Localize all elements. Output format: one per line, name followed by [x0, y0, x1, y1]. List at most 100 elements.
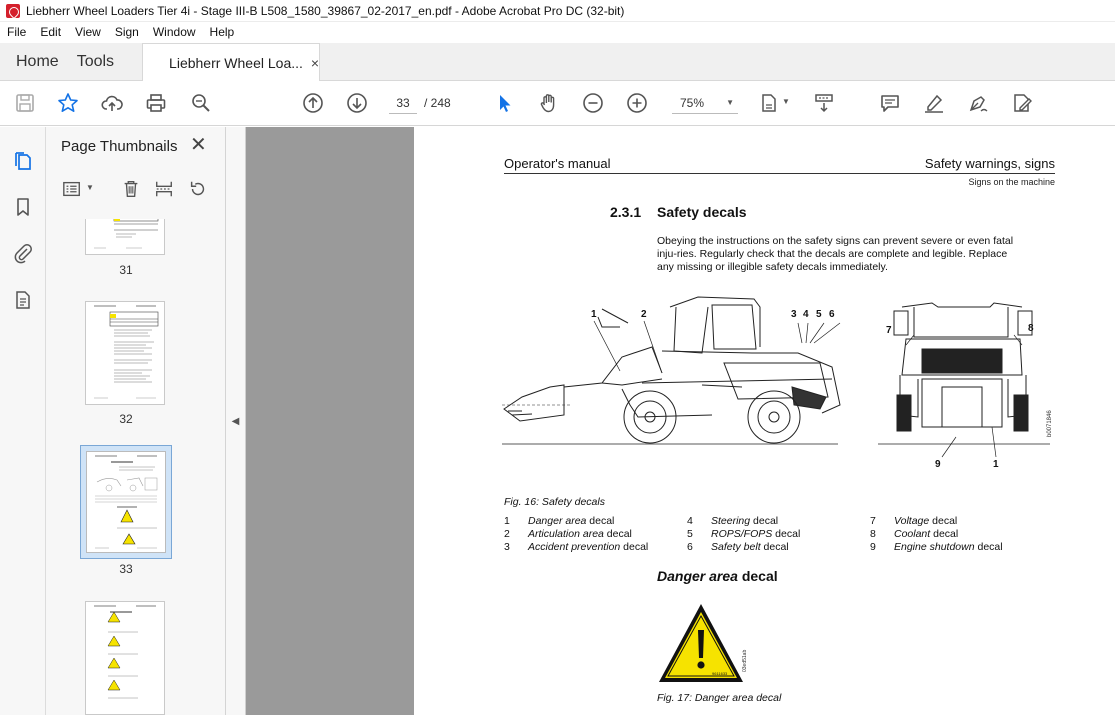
thumbnails-panel: Page Thumbnails ✕ ▼ 31 32 33 [46, 127, 266, 715]
hand-tool-icon[interactable] [537, 91, 561, 115]
sign-side-code: 03ed51ab [742, 650, 748, 672]
bookmarks-icon[interactable] [11, 195, 35, 219]
tab-document[interactable]: Liebherr Wheel Loa... × [142, 43, 321, 81]
callout-4: 4 [803, 309, 809, 320]
callout-3: 3 [791, 309, 797, 320]
menu-view[interactable]: View [68, 22, 108, 43]
acrobat-icon [6, 3, 20, 18]
zoom-in-icon[interactable] [625, 91, 649, 115]
comment-icon[interactable] [878, 91, 902, 115]
thumbnail-options-icon[interactable] [60, 177, 84, 201]
title-bar: Liebherr Wheel Loaders Tier 4i - Stage I… [0, 0, 1115, 22]
zoom-search-icon[interactable] [189, 91, 213, 115]
legend-item: 8 Coolant decal [870, 528, 959, 540]
next-page-icon[interactable] [345, 91, 369, 115]
zoom-value: 75% [680, 95, 705, 110]
zoom-out-icon[interactable] [581, 91, 605, 115]
thumbnail-page[interactable] [85, 219, 165, 255]
warning-triangle-icon: 9611633 03ed51ab [659, 604, 748, 682]
previous-page-icon[interactable] [301, 91, 325, 115]
doc-header-right: Safety warnings, signs [924, 156, 1055, 171]
legend-item: 2 Articulation area decal [504, 528, 632, 540]
callout-9: 9 [935, 459, 941, 470]
collapse-left-icon: ◀ [231, 415, 240, 427]
section-title: Safety decals [657, 204, 747, 220]
options-chevron-down-icon[interactable]: ▼ [86, 183, 94, 192]
menu-help[interactable]: Help [203, 22, 242, 43]
document-canvas[interactable]: Operator's manual Safety warnings, signs… [246, 127, 1115, 715]
thumbnail-page-selected[interactable] [80, 445, 172, 559]
callout-2: 2 [641, 309, 647, 320]
upload-cloud-icon[interactable] [100, 91, 124, 115]
page-number-input[interactable] [389, 92, 417, 114]
callout-5: 5 [816, 309, 822, 320]
pdf-page: Operator's manual Safety warnings, signs… [414, 127, 1115, 715]
attachments-icon[interactable] [11, 241, 35, 265]
select-cursor-icon[interactable] [493, 91, 517, 115]
legend-item: 1 Danger area decal [504, 515, 615, 527]
tab-home[interactable]: Home [0, 43, 75, 80]
tab-close-icon[interactable]: × [311, 55, 319, 71]
legend-item: 4 Steering decal [687, 515, 779, 527]
header-rule [504, 173, 1055, 174]
callout-7: 7 [886, 325, 892, 336]
sign-code: 9611633 [712, 671, 728, 676]
legend-item: 7 Voltage decal [870, 515, 958, 527]
bookmark-star-icon[interactable] [56, 91, 80, 115]
highlight-pen-icon[interactable] [922, 91, 946, 115]
print-icon[interactable] [144, 91, 168, 115]
callout-1: 1 [591, 309, 597, 320]
legend-item: 6 Safety belt decal [687, 541, 789, 553]
page-total: / 248 [424, 96, 451, 110]
panel-collapse-handle[interactable]: ◀ [226, 127, 246, 715]
legend-column-3: 7 Voltage decal 8 Coolant decal 9 Engine… [870, 515, 1060, 555]
callout-6: 6 [829, 309, 835, 320]
danger-area-heading: Danger area decal [657, 568, 778, 584]
edit-pdf-icon[interactable] [1010, 91, 1034, 115]
legend-column-1: 1 Danger area decal 2 Articulation area … [504, 515, 684, 555]
section-number: 2.3.1 [610, 204, 642, 220]
thumbnail-page[interactable] [85, 301, 165, 405]
menu-window[interactable]: Window [146, 22, 203, 43]
panel-close-icon[interactable]: ✕ [190, 135, 207, 155]
chevron-down-icon: ▼ [726, 98, 734, 107]
panel-title: Page Thumbnails [61, 138, 178, 155]
tab-tools[interactable]: Tools [75, 43, 130, 80]
legend-item: 3 Accident prevention decal [504, 541, 649, 553]
fit-page-icon[interactable] [758, 91, 782, 115]
save-icon[interactable] [13, 91, 37, 115]
toolbar: / 248 75% ▼ ▼ [0, 81, 1115, 126]
legend-item: 9 Engine shutdown decal [870, 541, 1003, 553]
rotate-page-icon[interactable] [186, 177, 210, 201]
panel-toolbar: ▼ [58, 177, 218, 203]
legend-column-2: 4 Steering decal 5 ROPS/FOPS decal 6 Saf… [687, 515, 867, 555]
menu-edit[interactable]: Edit [33, 22, 68, 43]
legend-item: 5 ROPS/FOPS decal [687, 528, 801, 540]
figure16-caption: Fig. 16: Safety decals [504, 496, 605, 508]
intro-paragraph: Obeying the instructions on the safety s… [657, 235, 1014, 273]
scroll-mode-icon[interactable] [812, 91, 836, 115]
navigation-rail [0, 127, 46, 715]
thumbnail-label: 31 [119, 263, 133, 277]
menu-bar: File Edit View Sign Window Help [0, 22, 1115, 43]
delete-page-icon[interactable] [119, 177, 143, 201]
sign-pen-icon[interactable] [966, 91, 990, 115]
figure17-caption: Fig. 17: Danger area decal [657, 692, 782, 704]
document-properties-icon[interactable] [11, 288, 35, 312]
thumbnail-label: 33 [119, 562, 133, 576]
figure-code: b0071846 [1047, 410, 1053, 437]
tab-document-label: Liebherr Wheel Loa... [169, 54, 303, 71]
zoom-dropdown[interactable]: 75% ▼ [672, 92, 738, 114]
safety-decals-figure: 1 2 3 4 5 6 7 8 9 1 b0071846 [502, 296, 1053, 470]
page-thumbnails-icon[interactable] [11, 149, 35, 173]
doc-header-left: Operator's manual [504, 156, 611, 171]
menu-sign[interactable]: Sign [108, 22, 146, 43]
thumbnail-label: 32 [119, 412, 133, 426]
tab-bar: Home Tools Liebherr Wheel Loa... × [0, 43, 1115, 81]
doc-header-subtitle: Signs on the machine [968, 177, 1055, 187]
insert-page-icon[interactable] [152, 177, 176, 201]
thumbnail-page[interactable] [85, 601, 165, 715]
menu-file[interactable]: File [0, 22, 33, 43]
callout-1b: 1 [993, 459, 999, 470]
fit-chevron-down-icon[interactable]: ▼ [782, 97, 790, 106]
